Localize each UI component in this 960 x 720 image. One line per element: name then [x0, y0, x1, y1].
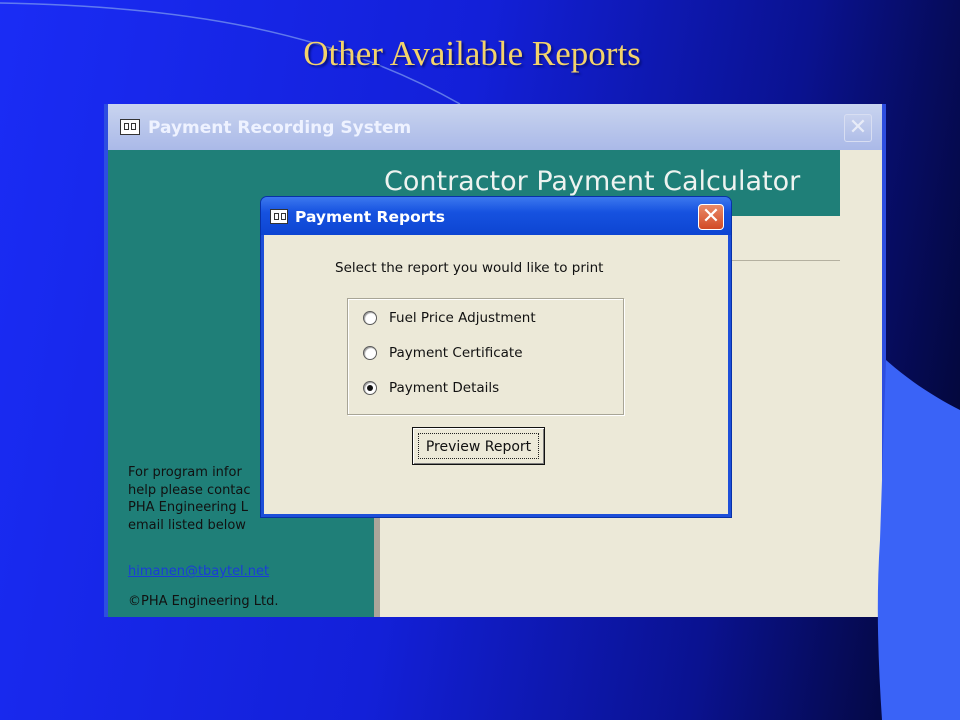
decorative-blue-shape	[877, 360, 960, 720]
